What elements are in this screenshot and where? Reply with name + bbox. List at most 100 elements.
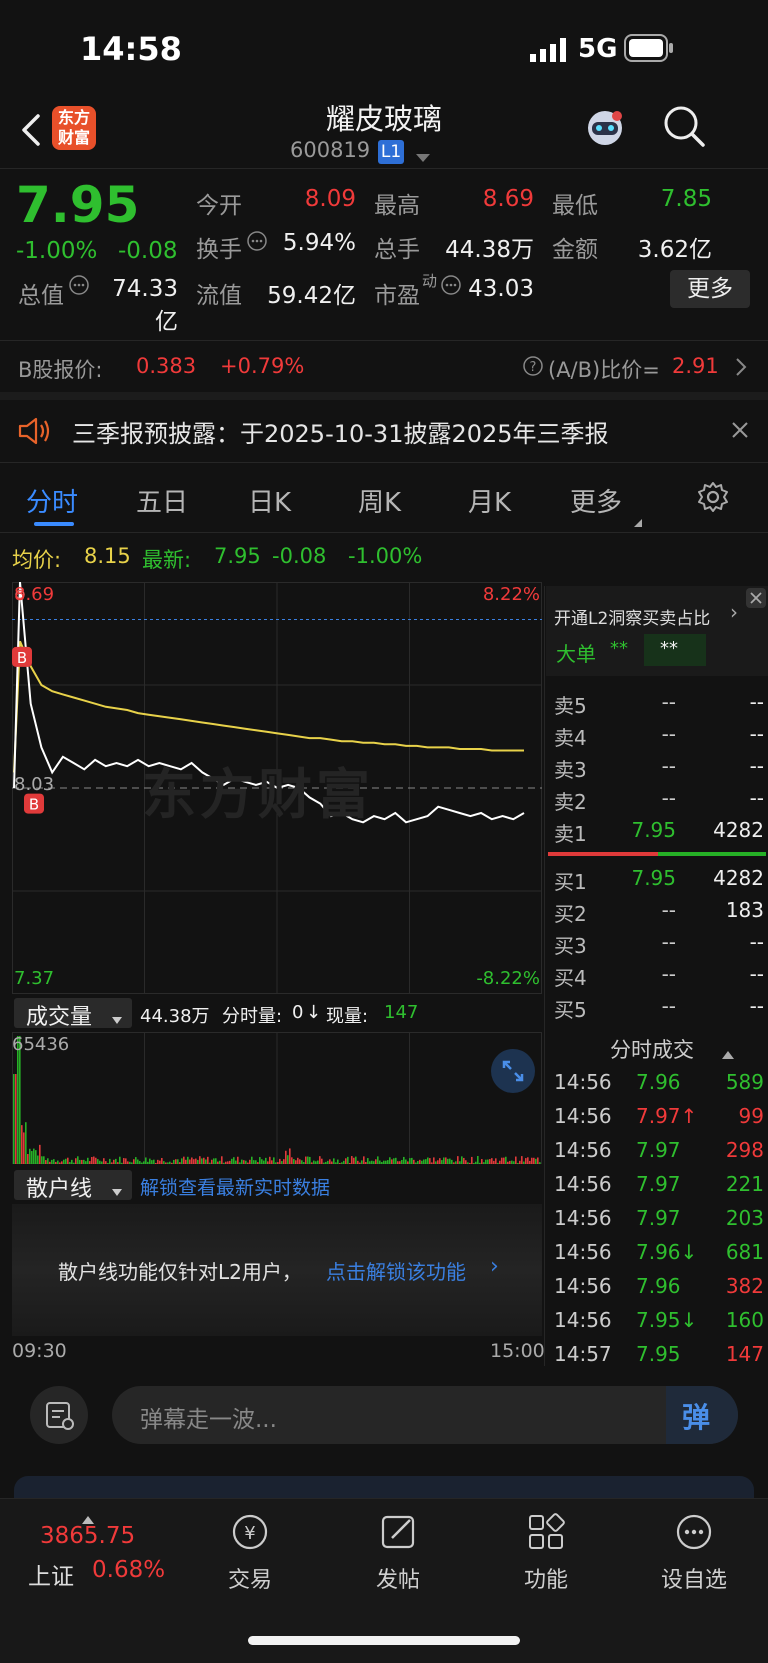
volume-bar xyxy=(183,1156,185,1164)
volume-bar xyxy=(163,1161,165,1164)
volume-bar xyxy=(273,1157,275,1164)
tab-watchlist[interactable]: 设自选 xyxy=(644,1512,744,1602)
volume-bar xyxy=(455,1161,457,1164)
home-indicator xyxy=(248,1636,520,1645)
tab-post[interactable]: 发帖 xyxy=(348,1512,448,1602)
danmaku-send-button[interactable]: 弹 xyxy=(666,1386,738,1444)
ask-row: 卖4 -- -- xyxy=(554,722,764,754)
trade-row: 14:56 7.97 298 xyxy=(554,1138,764,1170)
volume-bar xyxy=(135,1157,137,1164)
volume-bar xyxy=(133,1159,135,1164)
tab-day-k[interactable]: 日K xyxy=(248,482,291,519)
close-icon[interactable] xyxy=(746,588,766,608)
tab-month-k[interactable]: 月K xyxy=(468,482,511,519)
latest-change-pct: -1.00% xyxy=(348,544,423,568)
volume-bar xyxy=(317,1160,319,1164)
volume-bar xyxy=(217,1161,219,1164)
arrow-down-icon: ↓ xyxy=(306,1002,322,1023)
volume-bar xyxy=(421,1160,423,1164)
retail-line-selector[interactable]: 散户线 xyxy=(14,1170,132,1202)
tab-post-label: 发帖 xyxy=(375,1568,420,1593)
tab-functions[interactable]: 功能 xyxy=(496,1512,596,1602)
bid-price: -- xyxy=(661,994,676,1018)
info-icon[interactable] xyxy=(68,274,90,296)
volume-bar xyxy=(121,1162,123,1164)
volume-bar xyxy=(189,1159,191,1164)
trades-header[interactable]: 分时成交 xyxy=(546,1030,768,1064)
market-cap-value: 74.33亿 xyxy=(112,276,178,335)
info-icon[interactable] xyxy=(246,230,268,252)
trade-row: 14:56 7.97↑ 99 xyxy=(554,1104,764,1136)
bid-price: 7.95 xyxy=(631,866,676,890)
expand-icon[interactable] xyxy=(490,1048,536,1094)
danmaku-settings-button[interactable] xyxy=(30,1386,88,1444)
trade-row: 14:56 7.97 221 xyxy=(554,1172,764,1204)
notice-banner[interactable]: 三季报预披露：于2025-10-31披露2025年三季报 xyxy=(0,400,768,462)
bid-label: 买5 xyxy=(554,998,587,1022)
change-percent: -1.00% xyxy=(16,238,98,264)
volume-bar xyxy=(131,1162,133,1164)
bid-row: 买3 -- -- xyxy=(554,930,764,962)
volume-bar xyxy=(265,1157,267,1164)
trade-vol: 298 xyxy=(725,1138,764,1162)
tab-five-day[interactable]: 五日 xyxy=(136,482,188,519)
robot-assistant-icon[interactable] xyxy=(582,106,628,152)
volume-selector[interactable]: 成交量 xyxy=(14,998,132,1030)
unlock-feature-link[interactable]: 点击解锁该功能 xyxy=(326,1256,466,1285)
volume-bar xyxy=(157,1159,159,1164)
big-order-value-2: ** xyxy=(660,638,678,659)
unlock-data-link[interactable]: 解锁查看最新实时数据 xyxy=(140,1173,330,1200)
trade-vol: 589 xyxy=(725,1070,764,1094)
index-widget[interactable]: 3865.75 上证 0.68% xyxy=(0,1499,180,1609)
volume-bar xyxy=(79,1159,81,1164)
tab-week-k[interactable]: 周K xyxy=(358,482,401,519)
b-share-row[interactable]: B股报价: 0.383 +0.79% ? (A/B)比价= 2.91 xyxy=(0,342,768,392)
volume-bar xyxy=(297,1157,299,1164)
volume-bar xyxy=(499,1160,501,1164)
volume-bar xyxy=(185,1159,187,1164)
caret-up-icon xyxy=(722,1044,734,1059)
search-icon[interactable] xyxy=(662,104,706,148)
l2-promo[interactable]: 开通L2洞察买卖占比 › 大单 ** ** xyxy=(546,586,768,676)
buy-signal-marker: B xyxy=(24,793,44,814)
more-button[interactable]: 更多 xyxy=(670,270,750,308)
close-icon[interactable] xyxy=(730,420,750,440)
info-icon[interactable] xyxy=(440,274,462,296)
dropdown-icon[interactable] xyxy=(416,148,430,162)
ask-label: 卖3 xyxy=(554,758,587,782)
ask-label: 卖4 xyxy=(554,726,587,750)
volume-bar xyxy=(375,1159,377,1164)
bid-vol: -- xyxy=(749,994,764,1018)
danmaku-input[interactable]: 弹幕走一波... 弹 xyxy=(112,1386,738,1444)
volume-bar xyxy=(293,1159,295,1164)
volume-bar xyxy=(279,1158,281,1164)
caret-up-icon xyxy=(82,1509,94,1524)
trade-time: 14:56 xyxy=(554,1274,612,1298)
trade-vol: 221 xyxy=(725,1172,764,1196)
gear-icon[interactable] xyxy=(696,480,730,514)
trade-time: 14:56 xyxy=(554,1172,612,1196)
volume-bar xyxy=(525,1158,527,1164)
volume-bar xyxy=(441,1160,443,1164)
volume-bar xyxy=(383,1160,385,1164)
pe-dynamic-sup: 动 xyxy=(422,272,438,290)
tab-intraday[interactable]: 分时 xyxy=(26,482,78,519)
tab-more[interactable]: 更多 xyxy=(570,482,622,519)
volume-bar xyxy=(429,1158,431,1164)
volume-bar xyxy=(447,1158,449,1164)
volume-bar xyxy=(195,1158,197,1164)
volume-bar xyxy=(49,1161,51,1164)
help-icon[interactable]: ? xyxy=(522,355,544,377)
volume-bar xyxy=(465,1160,467,1164)
tab-trade[interactable]: ¥ 交易 xyxy=(200,1512,300,1602)
volume-bar xyxy=(201,1158,203,1164)
current-price: 7.95 xyxy=(16,176,140,234)
volume-bar xyxy=(187,1156,189,1164)
quote-panel: 7.95 -1.00% -0.08 今开 8.09 最高 8.69 最低 7.8… xyxy=(0,170,768,335)
volume-bar xyxy=(139,1161,141,1164)
ask-label: 卖5 xyxy=(554,694,587,718)
volume-bar xyxy=(261,1159,263,1164)
price-chart[interactable]: B B 东方财富 8.69 8.03 7.37 8.22% -8.22% xyxy=(12,582,542,994)
volume-bar xyxy=(105,1161,107,1164)
volume-bar xyxy=(419,1159,421,1164)
